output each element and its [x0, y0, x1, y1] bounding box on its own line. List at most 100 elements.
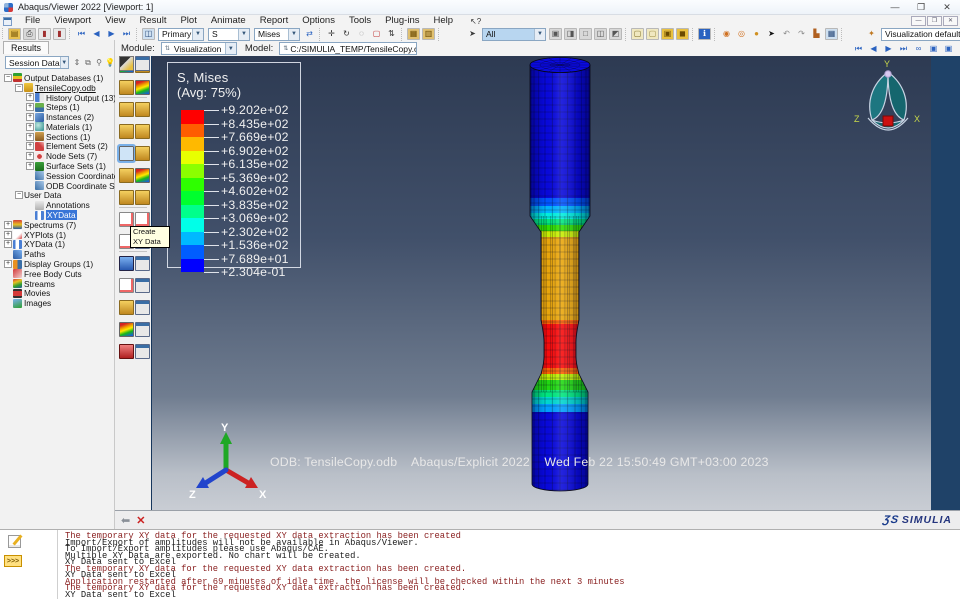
- tree-item-element-sets-2[interactable]: + Element Sets (2): [0, 141, 115, 151]
- tree-item-images[interactable]: Images: [0, 298, 115, 308]
- tree-expander-icon[interactable]: +: [26, 142, 34, 151]
- viewport-restore-icon[interactable]: [3, 16, 12, 26]
- pointer-icon[interactable]: ➤: [466, 28, 479, 40]
- viewport-canvas[interactable]: S, Mises (Avg: 75%) +9.202e+02 +8.435e+02…: [152, 56, 931, 510]
- tree-item-annotations[interactable]: Annotations: [0, 200, 115, 210]
- message-log-icon[interactable]: [8, 535, 21, 548]
- render-filled-icon[interactable]: ◼: [676, 28, 689, 40]
- undo-icon[interactable]: ↶: [780, 28, 793, 40]
- tree-item-xyplots-1[interactable]: + XYPlots (1): [0, 230, 115, 240]
- tree-item-output-databases-1[interactable]: − Output Databases (1): [0, 73, 115, 83]
- menu-file[interactable]: File: [18, 15, 47, 26]
- tree-expander-icon[interactable]: +: [4, 230, 12, 239]
- create-display-group-icon[interactable]: [119, 278, 134, 293]
- open-odb-icon[interactable]: ▤: [8, 28, 21, 40]
- add-displayed-icon[interactable]: ◨: [564, 28, 577, 40]
- tree-item-sections-1[interactable]: + Sections (1): [0, 132, 115, 142]
- tree-expander-icon[interactable]: +: [4, 220, 12, 229]
- sync-viewports-icon[interactable]: ⇄: [303, 28, 316, 40]
- tree-item-steps-1[interactable]: + Steps (1): [0, 102, 115, 112]
- tree-item-odb-coordinate-systems[interactable]: ODB Coordinate Systems: [0, 181, 115, 191]
- contour-options-icon[interactable]: [135, 80, 150, 95]
- remove-displayed-icon[interactable]: □: [579, 28, 592, 40]
- orientations-options-icon[interactable]: [135, 168, 150, 183]
- primary-variable-combo[interactable]: Primary ▼: [158, 27, 204, 41]
- create-coordinate-system-icon[interactable]: [119, 256, 134, 271]
- redo-icon[interactable]: ↷: [795, 28, 808, 40]
- menu-report[interactable]: Report: [253, 15, 296, 26]
- results-tab[interactable]: Results: [3, 41, 49, 54]
- xy-data-manager-icon[interactable]: [135, 300, 150, 315]
- plot-contours-icon[interactable]: [117, 144, 136, 163]
- sweep-extrude-icon[interactable]: ●: [750, 28, 763, 40]
- tree-item-history-output-13[interactable]: + History Output (13): [0, 93, 115, 103]
- animate-time-history-icon[interactable]: [119, 212, 134, 227]
- magnify-view-icon[interactable]: ◌: [355, 28, 368, 40]
- previous-image-icon[interactable]: ◀: [867, 43, 880, 55]
- menu-result[interactable]: Result: [133, 15, 174, 26]
- tree-item-display-groups-1[interactable]: + Display Groups (1): [0, 259, 115, 269]
- tree-item-instances-2[interactable]: + Instances (2): [0, 112, 115, 122]
- plot-symbols-icon[interactable]: [135, 146, 150, 161]
- render-shaded-icon[interactable]: ▣: [661, 28, 674, 40]
- tree-expander-icon[interactable]: +: [26, 103, 34, 112]
- tree-expander-icon[interactable]: −: [4, 73, 12, 82]
- module-combo[interactable]: ⇅ Visualization ▼: [160, 42, 237, 55]
- tree-expander-icon[interactable]: +: [26, 93, 34, 102]
- save-animation-icon[interactable]: ▣: [927, 43, 940, 55]
- print-icon[interactable]: ⎙: [23, 28, 36, 40]
- first-frame-icon[interactable]: ⏮: [75, 28, 88, 40]
- display-group-manager-icon[interactable]: [135, 278, 150, 293]
- defaults-combo[interactable]: Visualization defaults▼: [881, 27, 960, 41]
- menu-plugins[interactable]: Plug-ins: [378, 15, 426, 26]
- tree-item-streams[interactable]: Streams: [0, 279, 115, 289]
- context-help-icon[interactable]: ↖?: [470, 17, 481, 26]
- tree-expander-icon[interactable]: +: [4, 240, 12, 249]
- menu-help[interactable]: Help: [426, 15, 460, 26]
- plot-material-orientations-icon[interactable]: [119, 168, 134, 183]
- annotate-icon[interactable]: [119, 56, 134, 71]
- minimize-button[interactable]: —: [882, 0, 908, 14]
- tree-expander-icon[interactable]: +: [26, 132, 34, 141]
- query-icon[interactable]: ▦: [407, 28, 420, 40]
- menu-plot[interactable]: Plot: [173, 15, 203, 26]
- tree-expander-icon[interactable]: +: [4, 260, 12, 269]
- tree-item-paths[interactable]: Paths: [0, 249, 115, 259]
- tree-item-tensilecopy-odb[interactable]: − TensileCopy.odb: [0, 83, 115, 93]
- box-zoom-icon[interactable]: ▢: [370, 28, 383, 40]
- render-wireframe-icon[interactable]: ▢: [631, 28, 644, 40]
- replace-displayed-icon[interactable]: ▣: [549, 28, 562, 40]
- session-data-combo[interactable]: Session Data ▼: [5, 56, 69, 69]
- message-area[interactable]: >>> The temporary XY data for the reques…: [0, 529, 960, 599]
- model-combo[interactable]: ⇅C:/SIMULIA_TEMP/TensileCopy.odb▼: [279, 42, 418, 55]
- cancel-prompt-icon[interactable]: ✕: [136, 514, 145, 527]
- tree-expander-icon[interactable]: +: [26, 122, 34, 131]
- display-group-combo[interactable]: All ▼: [482, 27, 546, 41]
- create-xy-data-icon[interactable]: [119, 300, 134, 315]
- tree-item-xydata[interactable]: XYData: [0, 210, 115, 221]
- tree-item-xydata-1[interactable]: + XYData (1): [0, 239, 115, 249]
- cycle-views-icon[interactable]: ⇅: [385, 28, 398, 40]
- coordinate-system-manager-icon[interactable]: [135, 256, 150, 271]
- tree-expander-icon[interactable]: −: [15, 83, 23, 92]
- tree-item-movies[interactable]: Movies: [0, 288, 115, 298]
- child-close-button[interactable]: ✕: [943, 16, 958, 26]
- menu-view[interactable]: View: [98, 15, 132, 26]
- tree-item-surface-sets-1[interactable]: + Surface Sets (1): [0, 161, 115, 171]
- menu-animate[interactable]: Animate: [204, 15, 253, 26]
- previous-prompt-icon[interactable]: ⬅: [121, 514, 130, 527]
- plot-contours-deformed-icon[interactable]: [119, 124, 134, 139]
- search-tree-icon[interactable]: ⚲: [94, 57, 104, 68]
- animate-scale-factor-icon[interactable]: [135, 212, 150, 227]
- variable-combo[interactable]: S ▼: [208, 27, 250, 41]
- plot-deformed-shape-icon[interactable]: [135, 102, 150, 117]
- field-output-manager-icon[interactable]: [135, 322, 150, 337]
- menu-viewport[interactable]: Viewport: [47, 15, 98, 26]
- maximize-button[interactable]: ❐: [908, 0, 934, 14]
- select-entity-icon[interactable]: ➤: [765, 28, 778, 40]
- plot-contours-list-icon[interactable]: [135, 124, 150, 139]
- free-body-cut-manager-icon[interactable]: [135, 344, 150, 359]
- last-image-icon[interactable]: ⏭: [897, 43, 910, 55]
- tips-icon[interactable]: 💡: [105, 57, 115, 68]
- menu-tools[interactable]: Tools: [342, 15, 378, 26]
